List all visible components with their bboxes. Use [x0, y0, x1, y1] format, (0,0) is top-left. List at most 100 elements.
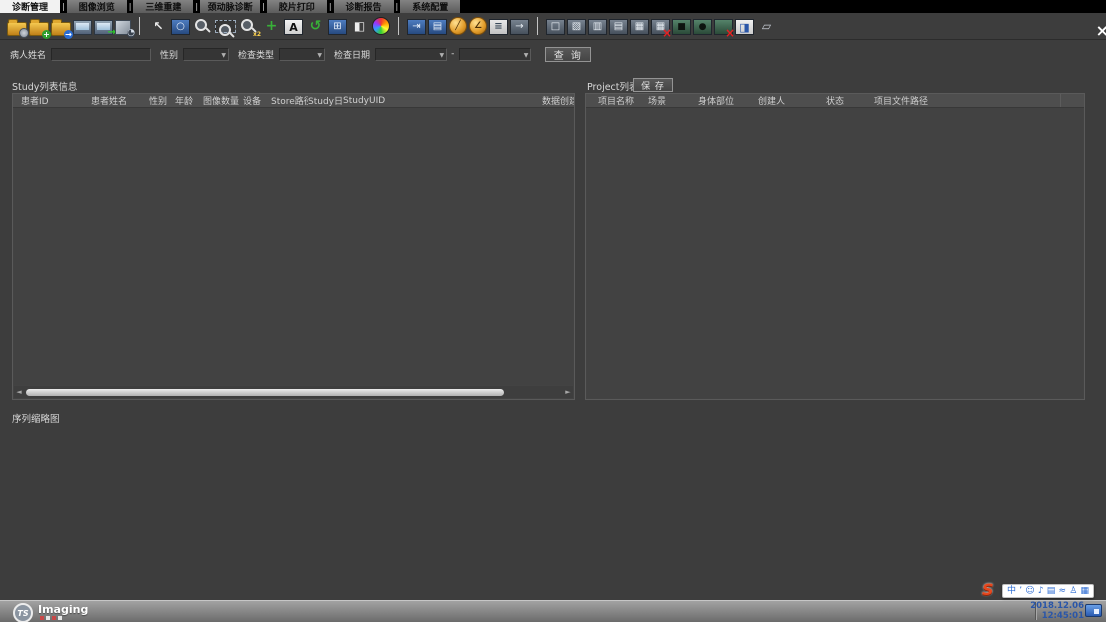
- voice-input-icon[interactable]: ♪: [1038, 587, 1044, 596]
- import-queue-icon[interactable]: ⇥: [407, 19, 426, 35]
- split-view-icon[interactable]: ◨: [735, 19, 754, 35]
- gender-label: 性别: [160, 48, 178, 61]
- tab-system-config[interactable]: 系统配置: [400, 0, 460, 13]
- zoom-x2-icon[interactable]: x2: [238, 16, 259, 36]
- exam-type-select[interactable]: [279, 48, 325, 61]
- scroll-right-arrow-icon[interactable]: ►: [563, 388, 573, 396]
- fit-window-icon[interactable]: ⊞: [328, 19, 347, 35]
- column-header[interactable]: 项目文件路径: [874, 94, 1060, 107]
- folder-add-icon[interactable]: [29, 22, 49, 36]
- clock-time: 12:45:01: [1030, 611, 1084, 621]
- gender-select[interactable]: [183, 48, 229, 61]
- column-header[interactable]: 状态: [826, 94, 874, 107]
- zoom-region-icon[interactable]: [215, 20, 236, 33]
- exam-date-to-select[interactable]: [459, 48, 531, 61]
- taskbar: TS Imaging: [0, 600, 1106, 622]
- study-table-header: 患者ID患者姓名性别年龄图像数量设备Store路径Study日期StudyUID…: [13, 94, 574, 108]
- sogou-logo-icon[interactable]: S: [982, 580, 994, 599]
- layout-single-icon[interactable]: □: [546, 19, 565, 35]
- column-header[interactable]: 患者姓名: [91, 94, 149, 107]
- column-header[interactable]: 项目名称: [586, 94, 648, 107]
- annotate-icon[interactable]: A: [284, 19, 303, 35]
- column-header[interactable]: 创建人: [758, 94, 826, 107]
- language-bar-icon[interactable]: [1085, 604, 1102, 617]
- tab-carotid-diagnosis[interactable]: 颈动脉诊断: [200, 0, 260, 13]
- tab-divider: |: [327, 0, 334, 13]
- tab-divider: |: [127, 0, 134, 13]
- layout-clear-icon[interactable]: ▦: [651, 19, 670, 35]
- roi-circle-icon[interactable]: ●: [693, 19, 712, 35]
- archive-clock-icon[interactable]: [115, 20, 131, 35]
- column-header[interactable]: 设备: [243, 94, 271, 107]
- search-button[interactable]: 查 询: [545, 47, 591, 62]
- image-view-icon[interactable]: [73, 20, 92, 35]
- column-header[interactable]: 患者ID: [13, 94, 91, 107]
- column-header[interactable]: [1060, 94, 1084, 107]
- clock-date: 2018.12.06: [1030, 601, 1084, 611]
- zoom-icon[interactable]: [192, 16, 213, 36]
- tab-divider: |: [193, 0, 200, 13]
- roi-square-icon[interactable]: ■: [672, 19, 691, 35]
- punctuation-icon[interactable]: ’: [1019, 587, 1022, 596]
- series-thumbnails-title: 序列缩略图: [12, 411, 60, 425]
- roi-clear-icon[interactable]: [714, 19, 733, 35]
- input-mode-icon[interactable]: 中: [1007, 587, 1016, 596]
- column-header[interactable]: 身体部位: [698, 94, 758, 107]
- scroll-thumb[interactable]: [26, 389, 504, 396]
- date-range-separator: -: [451, 49, 454, 59]
- emoji-icon[interactable]: ☺: [1025, 587, 1034, 596]
- study-hscrollbar[interactable]: ◄ ►: [14, 386, 573, 398]
- column-header[interactable]: Study日期: [308, 94, 343, 107]
- ts-logo: TS: [13, 603, 33, 622]
- copy-report-icon[interactable]: ≡: [489, 19, 508, 35]
- clock: 2018.12.06 12:45:01: [1030, 601, 1084, 621]
- folder-open-icon[interactable]: [7, 22, 27, 36]
- column-header[interactable]: StudyUID: [343, 96, 542, 106]
- exam-date-from-select[interactable]: [375, 48, 447, 61]
- patient-name-label: 病人姓名: [10, 48, 46, 61]
- invert-icon[interactable]: ◧: [349, 16, 370, 36]
- color-palette-icon[interactable]: [372, 17, 390, 35]
- tab-diagnosis-management[interactable]: 诊断管理: [0, 0, 60, 13]
- pan-icon[interactable]: +: [261, 16, 282, 36]
- image-export-icon[interactable]: [94, 20, 113, 35]
- layout-2x2-icon[interactable]: ▦: [630, 19, 649, 35]
- save-button[interactable]: 保 存: [633, 78, 673, 92]
- column-header[interactable]: 数据创建: [542, 94, 574, 107]
- column-header[interactable]: Store路径: [271, 94, 308, 107]
- folder-import-icon[interactable]: [51, 22, 71, 36]
- cursor-icon[interactable]: ↖: [148, 16, 169, 36]
- layout-2col-icon[interactable]: ▥: [588, 19, 607, 35]
- toolbar: ↖○x2+A↺⊞◧⇥▤╱∠≡→□▧▥▤▦▦■●◨▱: [0, 13, 1106, 40]
- tab-divider: |: [60, 0, 67, 13]
- scroll-left-arrow-icon[interactable]: ◄: [14, 388, 24, 396]
- cine-export-icon[interactable]: ▱: [756, 16, 777, 36]
- toolbox-icon[interactable]: ▦: [1080, 587, 1089, 596]
- column-header[interactable]: 场景: [648, 94, 698, 107]
- tab-image-browse[interactable]: 图像浏览: [67, 0, 127, 13]
- refresh-icon[interactable]: ↺: [305, 16, 326, 36]
- measure-line-icon[interactable]: ╱: [449, 17, 467, 35]
- column-header[interactable]: 年龄: [175, 94, 203, 107]
- project-table-body: [587, 108, 1083, 398]
- window-display-icon[interactable]: ○: [171, 19, 190, 35]
- study-table-body: [14, 108, 573, 385]
- layout-custom-icon[interactable]: ▧: [567, 19, 586, 35]
- exam-type-label: 检查类型: [238, 48, 274, 61]
- tab-diagnosis-report[interactable]: 诊断报告: [334, 0, 394, 13]
- handwriting-icon[interactable]: ≈: [1058, 587, 1066, 596]
- skin-icon[interactable]: ♙: [1069, 587, 1077, 596]
- send-image-icon[interactable]: →: [510, 19, 529, 35]
- close-icon[interactable]: ×: [1096, 23, 1106, 39]
- film-box-icon[interactable]: ▤: [428, 19, 447, 35]
- patient-name-input[interactable]: [51, 48, 151, 61]
- measure-angle-icon[interactable]: ∠: [469, 17, 487, 35]
- project-panel: 项目名称场景身体部位创建人状态项目文件路径: [585, 93, 1085, 400]
- column-header[interactable]: 性别: [149, 94, 175, 107]
- tab-3d-reconstruction[interactable]: 三维重建: [133, 0, 193, 13]
- column-header[interactable]: 图像数量: [203, 94, 243, 107]
- tab-bar: 诊断管理|图像浏览|三维重建|颈动脉诊断|胶片打印|诊断报告|系统配置: [0, 0, 1106, 13]
- soft-keyboard-icon[interactable]: ▤: [1047, 587, 1056, 596]
- layout-3row-icon[interactable]: ▤: [609, 19, 628, 35]
- tab-film-print[interactable]: 胶片打印: [267, 0, 327, 13]
